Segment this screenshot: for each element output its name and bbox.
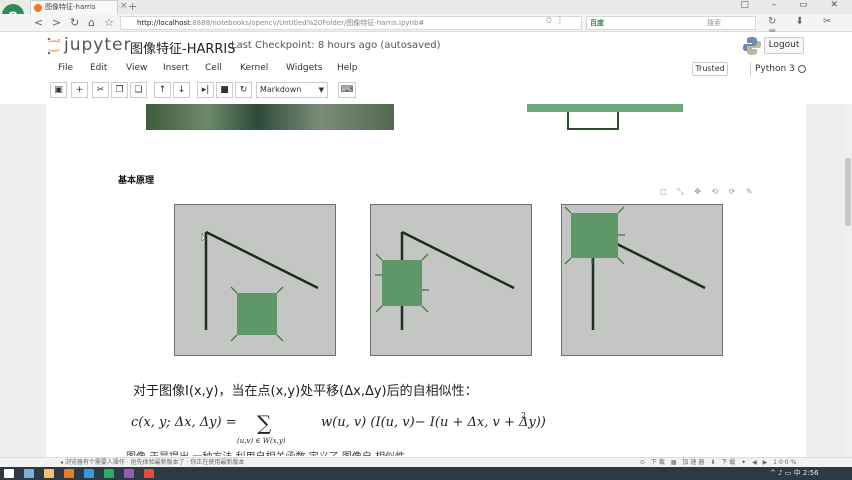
- menubar: File Edit View Insert Cell Kernel Widget…: [46, 60, 806, 78]
- search-engine-label: 百度: [590, 19, 604, 27]
- search-icon[interactable]: [24, 469, 34, 478]
- stop-icon: ■: [220, 85, 229, 95]
- search-input[interactable]: 百度 搜索: [586, 16, 756, 30]
- jupyter-logo-icon: [47, 37, 61, 55]
- scissors-icon: ✂: [96, 85, 105, 95]
- logout-button[interactable]: Logout: [764, 37, 804, 54]
- url-host: http://localhost: [137, 19, 190, 27]
- kernel-status-icon: [798, 65, 806, 73]
- move-up-button[interactable]: ↑: [154, 82, 171, 98]
- app-task-icon[interactable]: [104, 469, 114, 478]
- copy-button[interactable]: ❐: [111, 82, 128, 98]
- stop-button[interactable]: ■: [216, 82, 233, 98]
- home-icon[interactable]: ⌂: [88, 16, 95, 29]
- paste-button[interactable]: ❏: [130, 82, 147, 98]
- menu-widgets[interactable]: Widgets: [286, 63, 322, 73]
- browser-tab-title: 图像特征-harris: [45, 3, 96, 11]
- keyboard-icon: ⌨: [340, 85, 354, 95]
- app-task-icon-2[interactable]: [124, 469, 134, 478]
- window-controls[interactable]: □ – ▭ ✕: [740, 0, 848, 10]
- url-input[interactable]: http://localhost:8888/notebooks/opencv/U…: [120, 16, 582, 30]
- cut-button[interactable]: ✂: [92, 82, 109, 98]
- plus-icon: +: [75, 85, 84, 95]
- checkpoint-status: Last Checkpoint: 8 hours ago (autosaved): [231, 40, 441, 51]
- browser-status-bar: ◂ 浏览器有个需要人操作 · 抢先体验最新版本了 · 你正在使用最新版本 ⊙ 下…: [0, 457, 852, 467]
- jupyter-favicon-icon: [34, 4, 42, 12]
- back-icon[interactable]: <: [34, 16, 43, 29]
- menu-insert[interactable]: Insert: [163, 63, 189, 73]
- restart-button[interactable]: ↻: [235, 82, 252, 98]
- notebook-toolbar: ▣ + ✂ ❐ ❏ ↑ ↓ ▸| ■ ↻ Markdown ▼ ⌨: [48, 82, 368, 100]
- arrow-up-icon: ↑: [158, 85, 167, 95]
- browser-task-icon[interactable]: [84, 469, 94, 478]
- figure-edge-region: [370, 204, 532, 356]
- figure-edge-region-drawing: [375, 230, 515, 330]
- cell-tools[interactable]: ◻ ⤡ ✥ ⟲ ⟳ ✎: [660, 187, 757, 197]
- browser-tab[interactable]: 图像特征-harris: [30, 0, 118, 14]
- figure-corner-region-drawing: [564, 206, 706, 330]
- search-placeholder: 搜索: [707, 19, 721, 27]
- app-task-icon-3[interactable]: [144, 469, 154, 478]
- formula-subscript: (u,v) ∈ W(x,y): [237, 437, 286, 445]
- menu-file[interactable]: File: [58, 63, 73, 73]
- task-view-icon[interactable]: [44, 469, 54, 478]
- previous-cell-image: [146, 104, 394, 130]
- formula-lhs: c(x, y; Δx, Δy) =: [131, 415, 237, 430]
- trusted-indicator[interactable]: Trusted: [692, 62, 728, 76]
- favorite-star-icon[interactable]: ✩ ⋮: [545, 16, 564, 26]
- formula-rhs: w(u, v) (I(u, v)− I(u + Δx, v + Δy)): [321, 415, 546, 430]
- jupyter-header: jupyter 图像特征-HARRIS Last Checkpoint: 8 h…: [0, 32, 852, 58]
- paste-icon: ❏: [134, 85, 143, 95]
- chevron-down-icon: ▼: [318, 86, 324, 94]
- run-icon: ▸|: [201, 85, 210, 95]
- figure-corner-region: [561, 204, 723, 356]
- self-similarity-formula: c(x, y; Δx, Δy) = ∑ (u,v) ∈ W(x,y) w(u, …: [131, 411, 546, 445]
- menu-view[interactable]: View: [126, 63, 147, 73]
- refresh-icon[interactable]: ↻: [70, 16, 79, 29]
- cutoff-text: 图像 于是提出 一种方法 利用自相关函数 定义了 图像自 相似性: [126, 450, 526, 456]
- description-text: 对于图像I(x,y)，当在点(x,y)处平移(Δx,Δy)后的自相似性：: [133, 384, 478, 399]
- explorer-icon[interactable]: [64, 469, 74, 478]
- forward-icon[interactable]: >: [52, 16, 61, 29]
- previous-cell-image-2: [527, 104, 683, 112]
- figure-flat-region-drawing: [201, 230, 319, 342]
- cell-type-select[interactable]: Markdown ▼: [256, 82, 328, 98]
- menu-help[interactable]: Help: [337, 63, 358, 73]
- formula-sum: ∑: [257, 411, 272, 435]
- menu-edit[interactable]: Edit: [90, 63, 107, 73]
- run-button[interactable]: ▸|: [197, 82, 214, 98]
- arrow-down-icon: ↓: [177, 85, 186, 95]
- browser-tab-strip: 图像特征-harris × + □ – ▭ ✕: [0, 0, 852, 14]
- previous-cell-image-2-frame: [567, 112, 619, 130]
- close-tab-icon[interactable]: ×: [120, 1, 128, 11]
- save-icon: ▣: [54, 85, 63, 95]
- kernel-name[interactable]: Python 3: [750, 62, 795, 76]
- formula-exponent: 2: [521, 411, 526, 420]
- add-cell-button[interactable]: +: [71, 82, 88, 98]
- menu-cell[interactable]: Cell: [205, 63, 222, 73]
- taskbar: ^ ♪ ▭ 中 2:56: [0, 467, 852, 480]
- command-palette-button[interactable]: ⌨: [338, 82, 356, 98]
- python-logo-icon: [743, 37, 761, 55]
- status-right[interactable]: ⊙ 下载 ▦ 加速器 ⬇ 下载 ✦ ◀ ▶ 100%: [640, 458, 798, 467]
- system-tray[interactable]: ^ ♪ ▭ 中 2:56: [770, 468, 819, 478]
- jupyter-logo-text: jupyter: [64, 35, 132, 55]
- menu-kernel[interactable]: Kernel: [240, 63, 268, 73]
- cell-type-value: Markdown: [260, 85, 302, 94]
- restart-icon: ↻: [239, 85, 248, 95]
- notebook-title[interactable]: 图像特征-HARRIS: [130, 38, 236, 57]
- copy-icon: ❐: [115, 85, 124, 95]
- start-icon[interactable]: [4, 469, 14, 478]
- scrollbar-thumb[interactable]: [845, 158, 851, 226]
- address-bar: < > ↻ ⌂ ☆ http://localhost:8888/notebook…: [0, 14, 852, 38]
- new-tab-icon[interactable]: +: [128, 0, 137, 13]
- status-left: ◂ 浏览器有个需要人操作 · 抢先体验最新版本了 · 你正在使用最新版本: [60, 459, 245, 466]
- figure-flat-region: [174, 204, 336, 356]
- section-heading: 基本原理: [118, 176, 155, 186]
- url-path: :8888/notebooks/opencv/Untitled%20Folder…: [189, 19, 425, 27]
- bookmark-icon[interactable]: ☆: [104, 16, 114, 29]
- save-button[interactable]: ▣: [50, 82, 67, 98]
- move-down-button[interactable]: ↓: [173, 82, 190, 98]
